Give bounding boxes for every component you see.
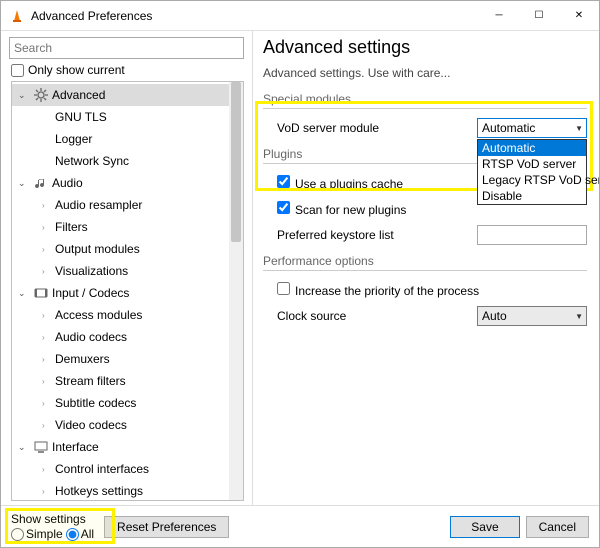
radio-all[interactable]: All	[66, 527, 94, 541]
minimize-button[interactable]: ─	[479, 1, 519, 31]
tree-item[interactable]: ›Access modules	[12, 304, 243, 326]
cancel-button[interactable]: Cancel	[526, 516, 589, 538]
tree-item[interactable]: ›Audio codecs	[12, 326, 243, 348]
vod-label: VoD server module	[263, 121, 477, 135]
chevron-right-icon: ›	[42, 377, 52, 386]
right-panel: Advanced settings Advanced settings. Use…	[253, 31, 599, 505]
tree-item[interactable]: Logger	[12, 128, 243, 150]
tree-item[interactable]: ›Visualizations	[12, 260, 243, 282]
interface-icon	[33, 439, 49, 455]
tree-item[interactable]: ›Audio resampler	[12, 194, 243, 216]
chevron-right-icon: ›	[42, 333, 52, 342]
chevron-down-icon: ⌄	[18, 90, 30, 101]
tree-item[interactable]: ›Stream filters	[12, 370, 243, 392]
keystore-label: Preferred keystore list	[263, 228, 477, 242]
footer: Show settings Simple All Reset Preferenc…	[1, 505, 599, 547]
tree-category[interactable]: ⌄Advanced	[12, 84, 243, 106]
chevron-down-icon: ⌄	[18, 442, 30, 453]
chevron-right-icon: ›	[42, 245, 52, 254]
chevron-down-icon: ▼	[575, 124, 583, 133]
left-panel: Only show current ⌄AdvancedGNU TLSLogger…	[1, 31, 253, 505]
audio-icon	[33, 175, 49, 191]
chevron-right-icon: ›	[42, 487, 52, 496]
tree-item[interactable]: ›Subtitle codecs	[12, 392, 243, 414]
maximize-button[interactable]: ☐	[519, 1, 559, 31]
vod-option[interactable]: Automatic	[478, 140, 586, 156]
save-button[interactable]: Save	[450, 516, 519, 538]
tree-scrollbar[interactable]	[229, 82, 243, 500]
chevron-right-icon: ›	[42, 399, 52, 408]
show-settings-label: Show settings	[11, 512, 94, 526]
keystore-input[interactable]	[477, 225, 587, 245]
section-special-modules: Special modules	[263, 92, 587, 109]
radio-simple[interactable]: Simple	[11, 527, 63, 541]
tree-category[interactable]: ⌄Audio	[12, 172, 243, 194]
tree-item[interactable]: ›Demuxers	[12, 348, 243, 370]
tree-category[interactable]: ⌄Input / Codecs	[12, 282, 243, 304]
chevron-right-icon: ›	[42, 223, 52, 232]
tree-item[interactable]: ›Hotkeys settings	[12, 480, 243, 500]
vlc-cone-icon	[9, 8, 25, 24]
close-button[interactable]: ✕	[559, 1, 599, 31]
chevron-right-icon: ›	[42, 355, 52, 364]
tree-item[interactable]: Network Sync	[12, 150, 243, 172]
section-performance: Performance options	[263, 254, 587, 271]
window-title: Advanced Preferences	[31, 9, 479, 23]
chevron-right-icon: ›	[42, 311, 52, 320]
titlebar: Advanced Preferences ─ ☐ ✕	[1, 1, 599, 31]
only-show-current-checkbox[interactable]: Only show current	[11, 63, 252, 77]
tree-item[interactable]: ›Control interfaces	[12, 458, 243, 480]
clock-source-combo[interactable]: Auto ▼	[477, 306, 587, 326]
vod-combo[interactable]: Automatic ▼ AutomaticRTSP VoD serverLega…	[477, 118, 587, 138]
show-settings-group: Show settings Simple All	[11, 512, 94, 541]
chevron-right-icon: ›	[42, 421, 52, 430]
tree-item[interactable]: ›Output modules	[12, 238, 243, 260]
vod-option[interactable]: Disable	[478, 188, 586, 204]
search-input[interactable]	[9, 37, 244, 59]
tree-item[interactable]: ›Filters	[12, 216, 243, 238]
tree-category[interactable]: ⌄Interface	[12, 436, 243, 458]
codec-icon	[33, 285, 49, 301]
gear-icon	[33, 87, 49, 103]
vod-option[interactable]: Legacy RTSP VoD server	[478, 172, 586, 188]
vod-dropdown[interactable]: AutomaticRTSP VoD serverLegacy RTSP VoD …	[477, 139, 587, 205]
caution-text: Advanced settings. Use with care...	[263, 66, 587, 80]
chevron-right-icon: ›	[42, 465, 52, 474]
chevron-down-icon: ▼	[575, 312, 583, 321]
tree-item[interactable]: ›Video codecs	[12, 414, 243, 436]
clock-source-label: Clock source	[263, 309, 477, 323]
vod-option[interactable]: RTSP VoD server	[478, 156, 586, 172]
chevron-right-icon: ›	[42, 267, 52, 276]
page-heading: Advanced settings	[263, 37, 587, 58]
reset-preferences-button[interactable]: Reset Preferences	[104, 516, 229, 538]
increase-priority-checkbox[interactable]: Increase the priority of the process	[263, 279, 587, 301]
settings-tree[interactable]: ⌄AdvancedGNU TLSLoggerNetwork Sync⌄Audio…	[12, 82, 243, 500]
chevron-right-icon: ›	[42, 201, 52, 210]
tree-item[interactable]: GNU TLS	[12, 106, 243, 128]
chevron-down-icon: ⌄	[18, 178, 30, 189]
chevron-down-icon: ⌄	[18, 288, 30, 299]
